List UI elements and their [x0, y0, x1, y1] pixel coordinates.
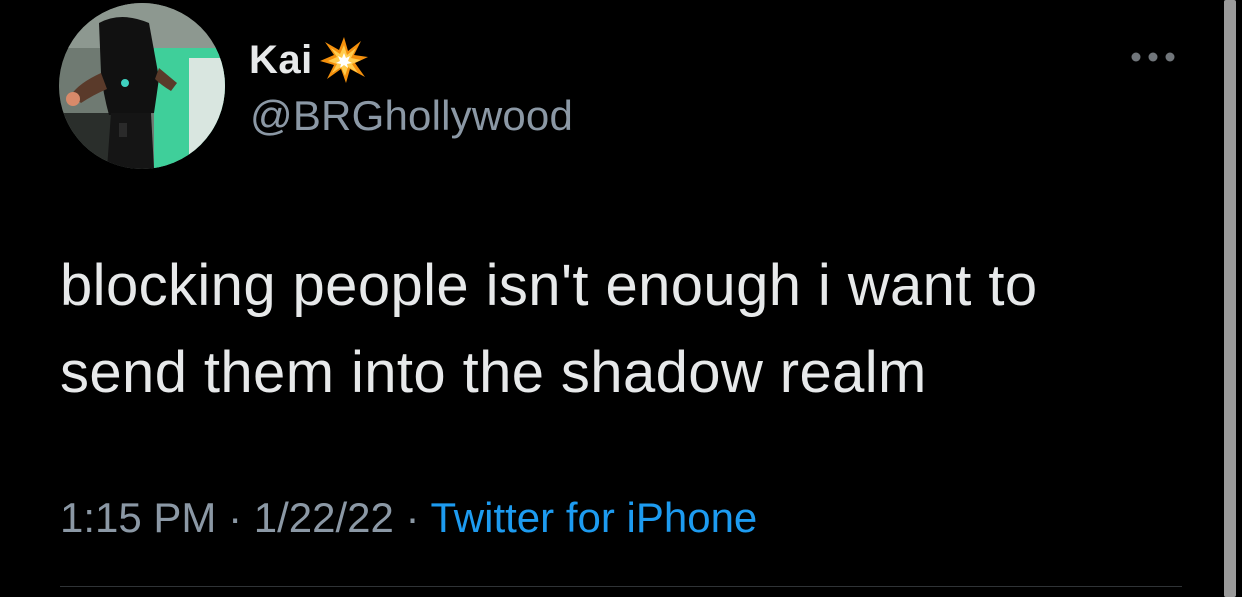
tweet-text: blocking people isn't enough i want to s…	[60, 242, 1210, 416]
display-name[interactable]: Kai	[249, 38, 313, 83]
divider	[60, 586, 1182, 587]
more-options-button[interactable]	[1124, 42, 1182, 72]
author-handle[interactable]: @BRGhollywood	[250, 92, 573, 140]
tweet-metadata: 1:15 PM · 1/22/22 · Twitter for iPhone	[60, 490, 757, 546]
tweet-detail: Kai @BRGhollywood blocking people isn't …	[0, 0, 1222, 597]
collision-emoji-icon	[319, 37, 368, 83]
tweet-source-link[interactable]: Twitter for iPhone	[430, 494, 757, 541]
tweet-text-line: send them into the shadow realm	[60, 340, 927, 405]
tweet-text-line: blocking people isn't enough i want to	[60, 253, 1038, 318]
meta-separator: ·	[393, 494, 431, 541]
scrollbar-thumb[interactable]	[1224, 0, 1236, 597]
author-name-row[interactable]: Kai	[249, 36, 369, 84]
profile-photo	[59, 3, 225, 169]
meta-separator: ·	[216, 494, 254, 541]
scrollbar[interactable]	[1222, 0, 1242, 597]
more-horizontal-icon	[1131, 52, 1175, 62]
tweet-date[interactable]: 1/22/22	[254, 494, 394, 541]
avatar[interactable]	[59, 3, 225, 169]
tweet-time[interactable]: 1:15 PM	[60, 494, 216, 541]
